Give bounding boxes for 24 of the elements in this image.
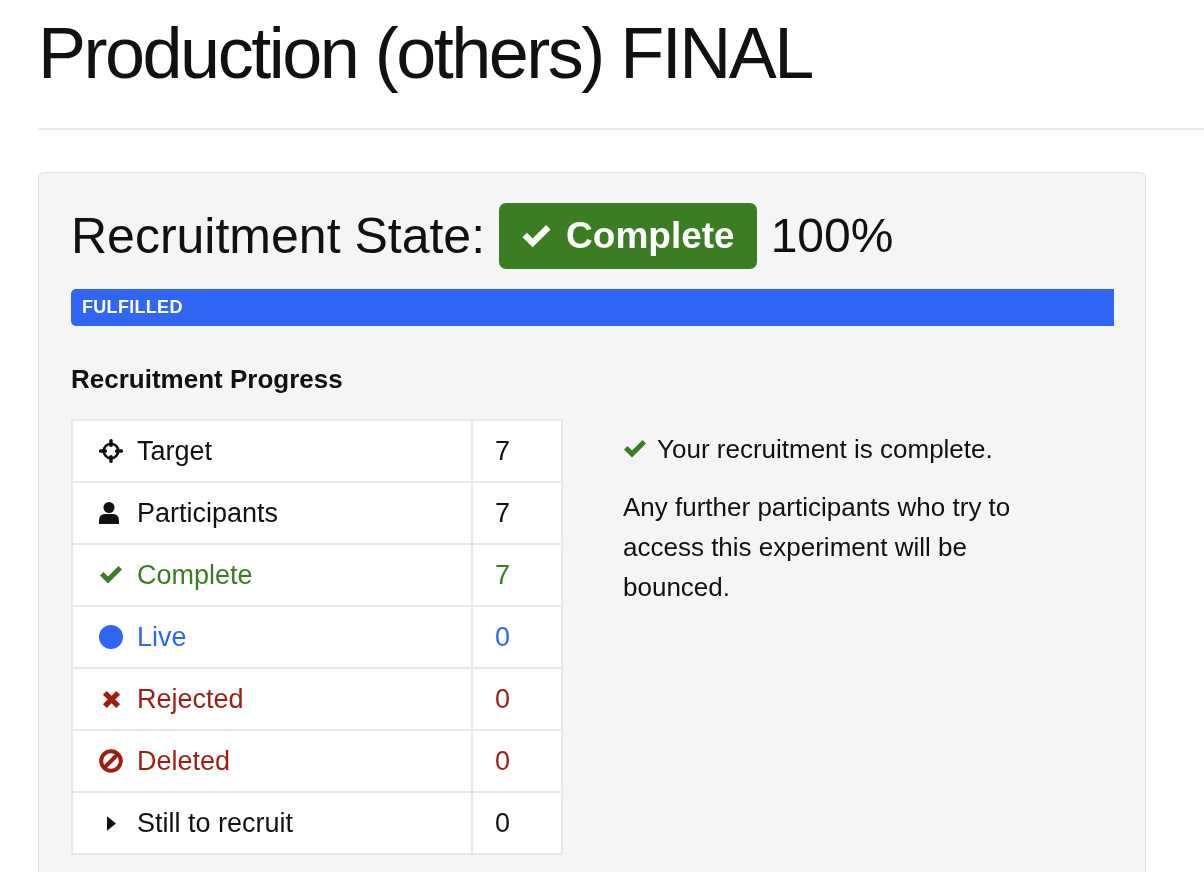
table-cell: 0	[472, 668, 562, 730]
page-title: Production (others) FINAL	[38, 12, 812, 95]
row-label: Complete	[137, 559, 253, 591]
row-label: Target	[137, 435, 213, 467]
row-label: Live	[137, 621, 187, 653]
row-label: Deleted	[137, 745, 231, 777]
badge-label: Complete	[566, 215, 735, 257]
section-heading: Recruitment Progress	[71, 364, 343, 395]
progress-label: FULFILLED	[81, 297, 183, 318]
percent-text: 100%	[770, 208, 894, 264]
row-label: Participants	[137, 497, 279, 529]
table-cell: 7	[472, 544, 562, 606]
table-cell: 7	[472, 420, 562, 482]
check-icon	[623, 440, 647, 458]
table-cell: 7	[472, 482, 562, 544]
table-cell: 0	[472, 730, 562, 792]
status-message: Your recruitment is complete.	[657, 433, 993, 466]
row-label: Still to recruit	[137, 807, 294, 839]
check-icon	[521, 224, 553, 248]
row-label: Rejected	[137, 683, 244, 715]
state-heading: Recruitment State:	[71, 207, 486, 266]
info-paragraph: Any further participants who try to access this experiment will be bounced.	[623, 491, 1012, 604]
table-cell: 0	[472, 606, 562, 668]
table-cell: 0	[472, 792, 562, 854]
